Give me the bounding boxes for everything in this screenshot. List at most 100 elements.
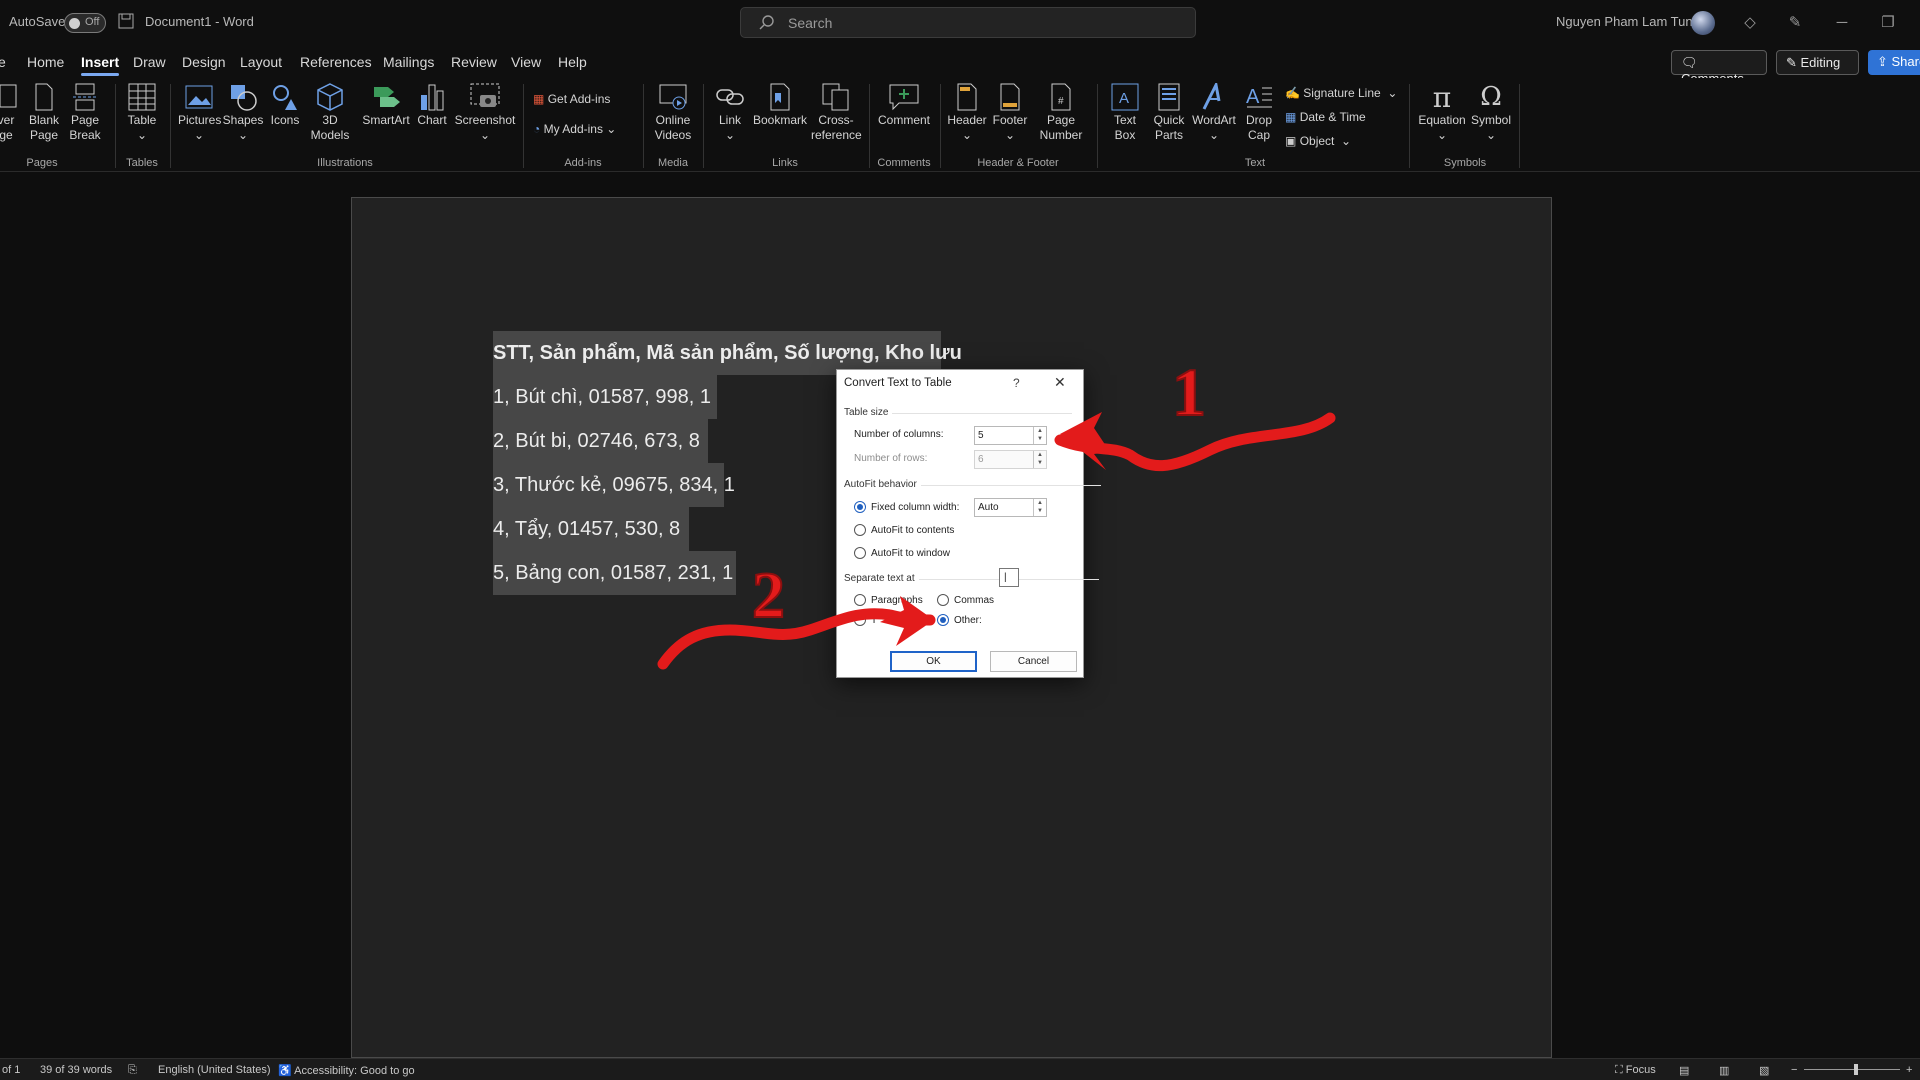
smartart-button[interactable]: SmartArt <box>361 83 411 128</box>
cover-page-button[interactable]: ver ge <box>0 83 18 143</box>
read-mode-icon[interactable]: ▤ <box>1679 1064 1689 1077</box>
tab-draw[interactable]: Draw <box>133 54 166 70</box>
tab-review[interactable]: Review <box>451 54 497 70</box>
spinner-arrows-icon[interactable]: ▲ ▼ <box>1033 499 1046 516</box>
signature-line-button[interactable]: ✍ Signature Line ⌄ <box>1285 86 1397 100</box>
paragraphs-radio[interactable] <box>854 594 866 606</box>
addins-icon: ◔ <box>533 122 541 136</box>
search-box[interactable]: Search <box>740 7 1196 38</box>
web-layout-icon[interactable]: ▧ <box>1759 1064 1769 1077</box>
restore-icon[interactable]: ❐ <box>1875 10 1901 36</box>
doc-line-4[interactable]: 4, Tẩy, 01457, 530, 8 <box>493 507 689 551</box>
tab-design[interactable]: Design <box>182 54 226 70</box>
minimize-icon[interactable]: ─ <box>1829 10 1855 36</box>
screenshot-label: Screenshot <box>454 113 516 127</box>
drop-cap-button[interactable]: A Drop Cap <box>1240 83 1278 143</box>
fixed-width-spinner[interactable]: Auto ▲ ▼ <box>974 498 1047 517</box>
date-time-button[interactable]: ▦ Date & Time <box>1285 110 1366 124</box>
zoom-slider[interactable] <box>1804 1069 1900 1070</box>
tab-file[interactable]: e <box>0 54 6 70</box>
zoom-in-icon[interactable]: + <box>1906 1064 1912 1076</box>
doc-line-3[interactable]: 3, Thước kẻ, 09675, 834, 1 <box>493 463 735 507</box>
help-button[interactable]: ? <box>1013 376 1020 390</box>
chevron-down-icon: ⌄ <box>1004 128 1016 142</box>
commas-radio[interactable] <box>937 594 949 606</box>
equation-button[interactable]: π Equation ⌄ <box>1416 83 1468 143</box>
object-button[interactable]: ▣ Object ⌄ <box>1285 134 1351 148</box>
print-layout-icon[interactable]: ▥ <box>1719 1064 1729 1077</box>
online-label-1: Online <box>655 113 691 127</box>
symbol-button[interactable]: Ω Symbol ⌄ <box>1469 83 1513 143</box>
quick-parts-button[interactable]: Quick Parts <box>1148 83 1190 143</box>
tab-insert[interactable]: Insert <box>81 54 120 76</box>
cancel-button[interactable]: Cancel <box>990 651 1077 672</box>
table-button[interactable]: Table ⌄ <box>122 83 162 143</box>
cross-reference-button[interactable]: Cross-reference <box>811 83 862 143</box>
link-button[interactable]: Link ⌄ <box>712 83 748 143</box>
chart-button[interactable]: Chart <box>414 83 450 128</box>
textbox-label-2: Box <box>1114 128 1136 142</box>
doc-line-2[interactable]: 2, Bút bi, 02746, 673, 8 <box>493 419 708 463</box>
tab-mailings[interactable]: Mailings <box>383 54 434 70</box>
pen-icon[interactable]: ✎ <box>1782 10 1808 36</box>
diamond-icon[interactable]: ◇ <box>1737 10 1763 36</box>
word-count[interactable]: 39 of 39 words <box>40 1064 112 1076</box>
other-separator-input[interactable]: | <box>999 568 1019 587</box>
accessibility-status[interactable]: ♿ Accessibility: Good to go <box>278 1064 415 1077</box>
bookmark-button[interactable]: Bookmark <box>752 83 808 128</box>
doc-line-5[interactable]: 5, Bảng con, 01587, 231, 1 <box>493 551 736 595</box>
my-addins-button[interactable]: ◔ My Add-ins ⌄ <box>533 122 616 136</box>
language[interactable]: English (United States) <box>158 1064 271 1076</box>
close-icon[interactable]: ✕ <box>1054 374 1066 391</box>
pictures-button[interactable]: Pictures ⌄ <box>178 83 221 143</box>
text-box-button[interactable]: A Text Box <box>1104 83 1146 143</box>
doc-line-1[interactable]: 1, Bút chì, 01587, 998, 1 <box>493 375 717 419</box>
comments-button[interactable]: 🗨 Comments <box>1671 50 1767 86</box>
page-count[interactable]: of 1 <box>2 1064 20 1076</box>
shapes-button[interactable]: Shapes ⌄ <box>222 83 264 143</box>
zoom-slider-thumb[interactable] <box>1854 1064 1858 1075</box>
autofit-window-radio[interactable] <box>854 547 866 559</box>
page-break-button[interactable]: Page Break <box>67 83 103 143</box>
get-addins-label: Get Add-ins <box>547 92 611 106</box>
link-label: Link <box>718 113 741 127</box>
avatar[interactable] <box>1691 11 1715 35</box>
page-number-button[interactable]: # Page Number <box>1035 83 1087 143</box>
proofing-icon[interactable]: ⎘ <box>128 1064 137 1077</box>
editing-button[interactable]: ✎ Editing ⌄ <box>1776 50 1859 86</box>
spinner-arrows-icon[interactable]: ▲ ▼ <box>1033 427 1046 444</box>
tab-references[interactable]: References <box>300 54 372 70</box>
autofit-contents-radio[interactable] <box>854 524 866 536</box>
columns-spinner[interactable]: 5 ▲ ▼ <box>974 426 1047 445</box>
ok-button[interactable]: OK <box>890 651 977 672</box>
chevron-down-icon: ⌄ <box>961 128 973 142</box>
rows-label: Number of rows: <box>854 453 928 464</box>
footer-button[interactable]: Footer ⌄ <box>990 83 1030 143</box>
3d-models-button[interactable]: 3D Models <box>306 83 354 143</box>
symbol-label: Symbol <box>1470 113 1511 127</box>
commas-label: Commas <box>954 595 995 606</box>
tab-layout[interactable]: Layout <box>240 54 282 70</box>
tab-home[interactable]: Home <box>27 54 64 70</box>
focus-button[interactable]: ⛶ Focus <box>1615 1064 1656 1077</box>
header-button[interactable]: Header ⌄ <box>947 83 987 143</box>
blank-page-button[interactable]: Blank Page <box>26 83 62 143</box>
cover-page-icon <box>0 83 24 111</box>
tab-view[interactable]: View <box>511 54 541 70</box>
share-button[interactable]: ⇪ Share <box>1868 50 1920 75</box>
signature-label: Signature Line <box>1303 86 1381 100</box>
autosave-toggle[interactable]: Off <box>64 13 106 33</box>
zoom-out-icon[interactable]: − <box>1791 1064 1797 1076</box>
save-icon[interactable] <box>118 13 134 32</box>
online-videos-button[interactable]: Online Videos <box>650 83 696 143</box>
wordart-button[interactable]: WordArt ⌄ <box>1190 83 1238 143</box>
paragraphs-label: Paragraphs <box>871 595 923 606</box>
tabs-radio[interactable] <box>854 614 866 626</box>
get-addins-button[interactable]: ▦ Get Add-ins <box>533 92 610 106</box>
comment-button[interactable]: Comment <box>876 83 932 128</box>
icons-button[interactable]: Icons <box>268 83 302 128</box>
other-radio[interactable] <box>937 614 949 626</box>
screenshot-button[interactable]: Screenshot ⌄ <box>454 83 516 143</box>
fixed-width-radio[interactable] <box>854 501 866 513</box>
tab-help[interactable]: Help <box>558 54 587 70</box>
